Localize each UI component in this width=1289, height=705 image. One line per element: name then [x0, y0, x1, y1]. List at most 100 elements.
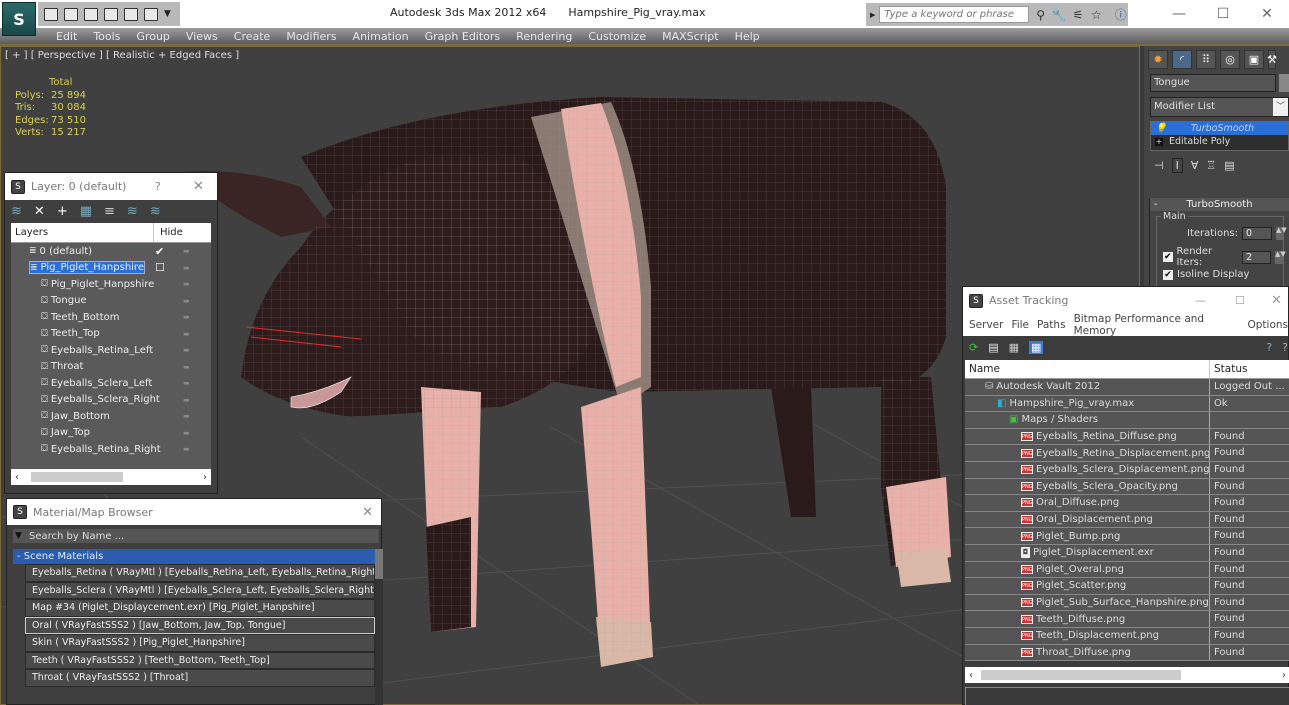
redo-icon[interactable] [144, 7, 158, 21]
asset-row[interactable]: PNG Piglet_Bump.png Found [965, 528, 1289, 545]
star-icon[interactable]: ☆ [1089, 8, 1103, 22]
minimize-button[interactable]: — [1157, 0, 1201, 28]
layer-object-row[interactable]: ⛋ Tongue ▬ [11, 293, 211, 310]
new-scene-icon[interactable] [84, 7, 98, 21]
menu-views[interactable]: Views [178, 30, 226, 43]
expand-arrow-icon[interactable]: ▶ [870, 11, 875, 19]
close-button[interactable]: ✕ [362, 505, 373, 520]
object-color-swatch[interactable] [1279, 74, 1289, 92]
spinner-arrows-icon[interactable]: ▲▼ [1275, 250, 1286, 264]
close-button[interactable]: ✕ [1271, 293, 1282, 308]
asset-row[interactable]: ⛁ Autodesk Vault 2012 Logged Out ... [965, 379, 1289, 396]
asset-row[interactable]: PNG Throat_Diffuse.png Found [965, 644, 1289, 662]
modifier-list-dropdown[interactable]: Modifier List ﹀ [1150, 97, 1289, 117]
material-item[interactable]: Throat ( VRayFastSSS2 ) [Throat] [25, 669, 375, 687]
satellite-icon[interactable]: ⚟ [1071, 8, 1085, 22]
search-input[interactable] [879, 6, 1030, 23]
asset-row[interactable]: PNG Eyeballs_Retina_Diffuse.png Found [965, 428, 1289, 446]
help-icon[interactable]: ⓘ [1114, 6, 1128, 23]
hide-toggle[interactable]: ▬ [183, 379, 190, 387]
layer-object-row[interactable]: ⛋ Eyeballs_Retina_Right ▬ [11, 441, 211, 458]
lightbulb-icon[interactable]: 💡 [1155, 122, 1167, 135]
stack-item-editable-poly[interactable]: + Editable Poly [1151, 135, 1288, 148]
hide-toggle[interactable]: ▬ [183, 346, 190, 354]
layer-object-row[interactable]: ⛋ Teeth_Top ▬ [11, 326, 211, 343]
horizontal-scrollbar[interactable]: ‹ › [965, 667, 1289, 683]
binoculars-icon[interactable]: ⚲ [1033, 8, 1047, 22]
utilities-tab-icon[interactable]: ⚒ [1267, 50, 1277, 69]
material-item[interactable]: Eyeballs_Sclera ( VRayMtl ) [Eyeballs_Sc… [25, 581, 375, 599]
scene-materials-group[interactable]: - Scene Materials [13, 549, 375, 564]
help-button[interactable]: ? [155, 180, 161, 193]
asset-row[interactable]: ◘ Piglet_Displacement.exr Found [965, 544, 1289, 562]
select-objects-icon[interactable]: ▦ [80, 204, 92, 219]
asset-row[interactable]: PNG Teeth_Displacement.png Found [965, 627, 1289, 645]
hide-toggle[interactable]: ▬ [183, 396, 190, 404]
thumbnail-view-icon[interactable]: ▦ [1009, 341, 1019, 354]
options-dropdown-icon[interactable]: ▼ [13, 531, 25, 541]
motion-tab-icon[interactable]: ◎ [1220, 50, 1240, 69]
menu-tools[interactable]: Tools [85, 30, 128, 43]
layer-object-row[interactable]: ⛋ Pig_Piglet_Hanpshire ▬ [11, 276, 211, 293]
asset-row[interactable]: PNG Eyeballs_Sclera_Displacement.png Found [965, 461, 1289, 479]
menu-edit[interactable]: Edit [48, 30, 85, 43]
scroll-left-icon[interactable]: ‹ [15, 472, 19, 483]
rollout-header[interactable]: - TurboSmooth [1150, 198, 1289, 211]
menu-customize[interactable]: Customize [580, 30, 654, 43]
hide-toggle[interactable]: ▬ [183, 363, 190, 371]
maximize-button[interactable]: ☐ [1201, 0, 1245, 28]
asset-row[interactable]: PNG Eyeballs_Sclera_Opacity.png Found [965, 478, 1289, 496]
scroll-thumb[interactable] [31, 472, 123, 482]
hide-toggle[interactable]: ▬ [183, 280, 190, 288]
scroll-thumb[interactable] [375, 549, 383, 579]
minimize-button[interactable]: — [1195, 294, 1206, 307]
layer-window-titlebar[interactable]: S Layer: 0 (default) ? ✕ [5, 173, 217, 200]
table-view-icon[interactable]: ▦ [1029, 340, 1044, 354]
modify-tab-icon[interactable]: ◜ [1172, 50, 1192, 69]
current-layer-check-icon[interactable]: ✔ [155, 245, 164, 258]
hide-toggle[interactable]: ▬ [183, 330, 190, 338]
freeze-all-icon[interactable]: ≋ [150, 204, 161, 219]
save-icon[interactable] [64, 7, 78, 21]
key-icon[interactable]: 🔧 [1052, 8, 1067, 22]
isoline-display-checkbox[interactable]: ✔ [1163, 269, 1173, 280]
material-item[interactable]: Skin ( VRayFastSSS2 ) [Pig_Piglet_Hanpsh… [25, 634, 375, 652]
layer-object-row[interactable]: ⛋ Jaw_Bottom ▬ [11, 408, 211, 425]
scroll-thumb[interactable] [981, 670, 1181, 680]
search-by-name-input[interactable]: Search by Name ... [29, 531, 124, 542]
delete-layer-icon[interactable]: ✕ [34, 204, 45, 219]
object-name-field[interactable]: Tongue [1150, 74, 1276, 92]
refresh-icon[interactable]: ⟳ [969, 341, 978, 354]
material-item[interactable]: Eyeballs_Retina ( VRayMtl ) [Eyeballs_Re… [25, 564, 375, 582]
material-browser-titlebar[interactable]: S Material/Map Browser ✕ [7, 499, 381, 525]
layer-row[interactable]: ≣ Pig_Piglet_Hanpshire ☐ ▬ [11, 260, 211, 277]
iterations-spinner[interactable]: 0 [1242, 227, 1272, 240]
asset-row[interactable]: ▣ Maps / Shaders [965, 412, 1289, 429]
select-layer-icon[interactable]: ≡ [104, 204, 115, 219]
layers-column-header[interactable]: Layers [11, 227, 153, 238]
render-iters-spinner[interactable]: 2 [1242, 250, 1271, 264]
configure-sets-icon[interactable]: ▤ [1224, 159, 1234, 172]
menu-options[interactable]: Options [1247, 319, 1288, 331]
make-unique-icon[interactable]: ∀ [1191, 159, 1199, 172]
remove-modifier-icon[interactable]: ♖ [1206, 159, 1216, 172]
material-item[interactable]: Oral ( VRayFastSSS2 ) [Jaw_Bottom, Jaw_T… [25, 616, 375, 634]
help-query-icon[interactable]: ? [1266, 341, 1272, 354]
menu-modifiers[interactable]: Modifiers [278, 30, 344, 43]
layer-row[interactable]: ≣ 0 (default) ✔ ▬ [11, 243, 211, 260]
hide-toggle[interactable]: ▬ [183, 412, 190, 420]
hide-toggle[interactable]: ▬ [183, 264, 190, 272]
scroll-left-icon[interactable]: ‹ [969, 670, 973, 681]
menu-animation[interactable]: Animation [345, 30, 417, 43]
scroll-right-icon[interactable]: › [203, 472, 207, 483]
show-end-result-icon[interactable]: I [1171, 157, 1183, 173]
menu-create[interactable]: Create [226, 30, 279, 43]
create-tab-icon[interactable]: ✹ [1148, 50, 1168, 69]
asset-row[interactable]: PNG Oral_Displacement.png Found [965, 511, 1289, 529]
stack-item-turbosmooth[interactable]: 💡 TurboSmooth [1151, 122, 1288, 135]
hide-toggle[interactable]: ▬ [183, 247, 190, 255]
hide-column-header[interactable]: Hide [153, 223, 211, 242]
hide-toggle[interactable]: ▬ [183, 429, 190, 437]
menu-paths[interactable]: Paths [1037, 319, 1066, 331]
layer-object-row[interactable]: ⛋ Eyeballs_Retina_Left ▬ [11, 342, 211, 359]
